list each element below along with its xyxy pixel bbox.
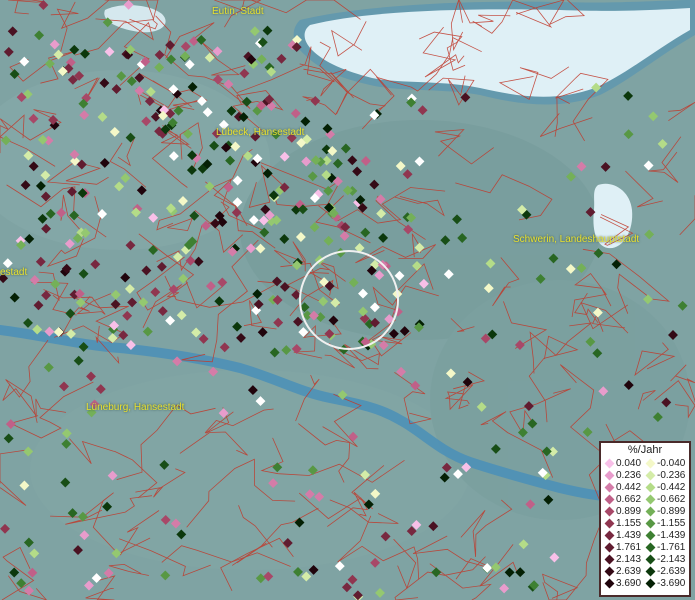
legend-swatch-negative: [645, 518, 656, 529]
legend-swatch-positive: [604, 530, 615, 541]
legend-swatch-negative: [645, 530, 656, 541]
legend-value-positive: 2.143: [616, 554, 642, 565]
legend-value-positive: 0.899: [616, 506, 642, 517]
legend-swatch-positive: [604, 518, 615, 529]
legend-swatch-negative: [645, 458, 656, 469]
legend-swatch-positive: [604, 470, 615, 481]
legend-swatch-positive: [604, 542, 615, 553]
legend-row: 0.662 -0.662: [601, 494, 689, 506]
legend-row: 0.236 -0.236: [601, 470, 689, 482]
legend-value-positive: 0.236: [616, 470, 642, 481]
legend-row: 1.439 -1.439: [601, 530, 689, 542]
legend-value-positive: 0.662: [616, 494, 642, 505]
legend-row: 0.442 -0.442: [601, 482, 689, 494]
legend-swatch-negative: [645, 554, 656, 565]
legend-row: 0.040 -0.040: [601, 458, 689, 470]
legend-value-negative: -2.639: [657, 566, 686, 577]
legend-swatch-positive: [604, 494, 615, 505]
legend-value-positive: 2.639: [616, 566, 642, 577]
legend-swatch-negative: [645, 578, 656, 589]
city-label-hamburg: estadt: [0, 267, 28, 278]
legend-row: 1.155 -1.155: [601, 518, 689, 530]
legend-value-negative: -0.442: [657, 482, 686, 493]
legend-row: 2.143 -2.143: [601, 554, 689, 566]
legend-row: 1.761 -1.761: [601, 542, 689, 554]
legend-swatch-negative: [645, 566, 656, 577]
legend-value-negative: -1.439: [657, 530, 686, 541]
legend-swatch-positive: [604, 506, 615, 517]
legend-title: %/Jahr: [627, 444, 663, 456]
legend: %/Jahr 0.040 -0.040 0.236 -0.236 0.442 -0.442…: [599, 441, 691, 597]
legend-row: 3.690 -3.690: [601, 578, 689, 590]
legend-value-negative: -2.143: [657, 554, 686, 565]
legend-swatch-negative: [645, 470, 656, 481]
legend-swatch-positive: [604, 578, 615, 589]
legend-value-positive: 1.439: [616, 530, 642, 541]
legend-row: 0.899 -0.899: [601, 506, 689, 518]
city-label-eutin: Eutin, Stadt: [212, 6, 264, 17]
legend-value-positive: 0.442: [616, 482, 642, 493]
map-canvas[interactable]: [0, 0, 695, 600]
legend-swatch-negative: [645, 542, 656, 553]
legend-value-negative: -1.155: [657, 518, 686, 529]
city-label-luebeck: Lübeck, Hansestadt: [216, 127, 305, 138]
legend-value-negative: -0.899: [657, 506, 686, 517]
legend-swatch-negative: [645, 482, 656, 493]
legend-value-negative: -0.040: [657, 458, 686, 469]
legend-swatch-positive: [604, 566, 615, 577]
legend-value-negative: -0.236: [657, 470, 686, 481]
legend-rows: 0.040 -0.040 0.236 -0.236 0.442 -0.442 0.662 -0…: [601, 458, 689, 590]
legend-swatch-positive: [604, 554, 615, 565]
legend-value-positive: 1.761: [616, 542, 642, 553]
legend-swatch-positive: [604, 482, 615, 493]
legend-value-positive: 1.155: [616, 518, 642, 529]
legend-value-negative: -0.662: [657, 494, 686, 505]
legend-value-positive: 3.690: [616, 578, 642, 589]
legend-row: 2.639 -2.639: [601, 566, 689, 578]
legend-swatch-positive: [604, 458, 615, 469]
legend-swatch-negative: [645, 494, 656, 505]
legend-swatch-negative: [645, 506, 656, 517]
legend-value-negative: -1.761: [657, 542, 686, 553]
city-label-schwerin: Schwerin, Landeshauptstadt: [513, 234, 640, 245]
city-label-lueneburg: Lüneburg, Hansestadt: [86, 402, 185, 413]
legend-value-positive: 0.040: [616, 458, 642, 469]
legend-value-negative: -3.690: [657, 578, 686, 589]
